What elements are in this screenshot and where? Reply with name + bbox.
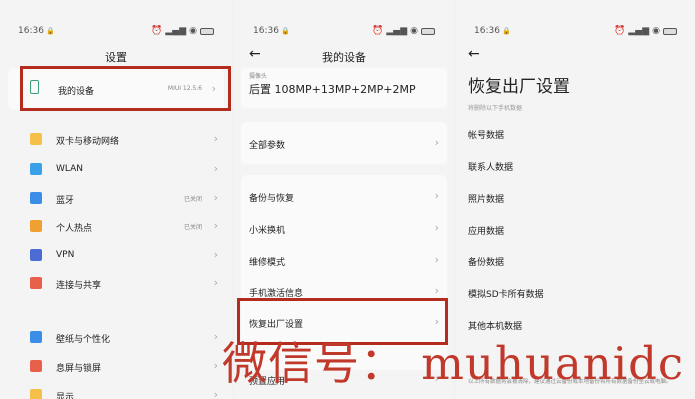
device-option-item[interactable]: 全部参数 › <box>249 129 439 157</box>
settings-item[interactable]: 个人热点 已关闭 › <box>0 211 232 241</box>
status-icons: ⏰ ▂▄▆ ◉ <box>614 26 677 36</box>
chevron-right-icon: › <box>213 330 218 343</box>
status-time: 16:36 🔒 <box>18 26 55 36</box>
phone-icon <box>30 80 39 94</box>
settings-item-label: 双卡与移动网络 <box>56 137 120 147</box>
sim-card-icon <box>30 133 42 145</box>
chevron-right-icon: › <box>213 248 218 261</box>
battery-icon <box>663 27 677 35</box>
device-option-label: 手机激活信息 <box>249 289 304 299</box>
chevron-right-icon: › <box>213 191 218 204</box>
status-time: 16:36 🔒 <box>253 26 290 36</box>
data-item: 应用数据 <box>468 227 505 237</box>
watermark-text: 微信号： muhuanidc <box>222 337 685 390</box>
chevron-right-icon: › <box>213 359 218 372</box>
settings-item-label: 连接与共享 <box>56 281 102 291</box>
chevron-right-icon: › <box>434 221 439 234</box>
chevron-right-icon: › <box>434 253 439 266</box>
battery-icon <box>421 27 435 35</box>
settings-item-label: 个人热点 <box>56 224 93 234</box>
chevron-right-icon: › <box>213 132 218 145</box>
back-arrow-icon[interactable]: ← <box>468 46 480 62</box>
status-time: 16:36 🔒 <box>474 26 511 36</box>
settings-item-label: 蓝牙 <box>56 196 75 206</box>
settings-item-value: 已关闭 <box>183 224 202 231</box>
settings-item-label: 息屏与锁屏 <box>56 364 102 374</box>
hotspot-icon <box>30 220 42 232</box>
chevron-right-icon: › <box>213 388 218 399</box>
data-item: 照片数据 <box>468 195 505 205</box>
settings-item-label: VPN <box>56 250 75 260</box>
lock-icon <box>30 360 42 372</box>
status-bar: 16:36 🔒 ⏰ ▂▄▆ ◉ <box>18 26 214 38</box>
bluetooth-icon <box>30 192 42 204</box>
device-option-label: 全部参数 <box>249 141 286 151</box>
settings-item[interactable]: 连接与共享 › <box>0 268 232 298</box>
wifi-status-icon: ◉ <box>410 26 418 36</box>
data-item: 帐号数据 <box>468 131 505 141</box>
miui-version: MIUI 12.5.6 <box>167 85 202 92</box>
page-title: 设置 <box>105 51 127 64</box>
vpn-icon <box>30 249 42 261</box>
settings-item[interactable]: VPN › <box>0 240 232 270</box>
status-bar: 16:36 🔒 ⏰ ▂▄▆ ◉ <box>253 26 435 38</box>
chevron-right-icon: › <box>434 189 439 202</box>
data-item: 联系人数据 <box>468 163 514 173</box>
wallpaper-icon <box>30 331 42 343</box>
device-option-item[interactable]: 手机激活信息 › <box>249 277 439 305</box>
settings-item[interactable]: 蓝牙 已关闭 › <box>0 183 232 213</box>
settings-item-value: 已关闭 <box>183 196 202 203</box>
settings-item[interactable]: WLAN › <box>0 154 232 184</box>
data-item: 模拟SD卡所有数据 <box>468 290 544 300</box>
alarm-icon: ⏰ <box>151 26 163 36</box>
my-device-item[interactable]: 我的设备 MIUI 12.5.6 › <box>8 74 224 104</box>
chevron-right-icon: › <box>211 82 216 95</box>
signal-icon: ▂▄▆ <box>165 26 187 36</box>
settings-item[interactable]: 显示 › <box>0 380 232 399</box>
chevron-right-icon: › <box>434 136 439 149</box>
chevron-right-icon: › <box>213 162 218 175</box>
status-icons: ⏰ ▂▄▆ ◉ <box>372 26 435 36</box>
signal-icon: ▂▄▆ <box>628 26 650 36</box>
settings-item-label: 显示 <box>56 393 75 399</box>
wifi-status-icon: ◉ <box>189 26 197 36</box>
signal-icon: ▂▄▆ <box>386 26 408 36</box>
settings-item[interactable]: 双卡与移动网络 › <box>0 124 232 154</box>
page-subtitle: 将删除以下手机数据 <box>468 105 523 112</box>
status-bar: 16:36 🔒 ⏰ ▂▄▆ ◉ <box>474 26 677 38</box>
device-option-label: 维修模式 <box>249 258 286 268</box>
chevron-right-icon: › <box>213 276 218 289</box>
sun-icon <box>30 389 42 399</box>
camera-card: 摄像头 后置 108MP+13MP+2MP+2MP <box>241 68 447 108</box>
chevron-right-icon: › <box>434 284 439 297</box>
settings-item[interactable]: 息屏与锁屏 › <box>0 351 232 381</box>
settings-item-label: 壁纸与个性化 <box>56 335 111 345</box>
battery-icon <box>200 27 214 35</box>
chevron-right-icon: › <box>213 219 218 232</box>
settings-item[interactable]: 壁纸与个性化 › <box>0 322 232 352</box>
settings-item-label: WLAN <box>56 164 84 174</box>
alarm-icon: ⏰ <box>372 26 384 36</box>
settings-panel: 16:36 🔒 ⏰ ▂▄▆ ◉ 设置 我的设备 MIUI 12.5.6 › 双卡与… <box>0 0 232 399</box>
my-device-label: 我的设备 <box>58 87 95 97</box>
device-option-label: 备份与恢复 <box>249 194 295 204</box>
page-title: 恢复出厂设置 <box>468 77 570 97</box>
my-device-card: 我的设备 MIUI 12.5.6 › <box>8 68 224 110</box>
device-option-item[interactable]: 维修模式 › <box>249 246 439 274</box>
share-icon <box>30 277 42 289</box>
device-option-label: 小米换机 <box>249 226 286 236</box>
camera-value: 后置 108MP+13MP+2MP+2MP <box>249 83 416 96</box>
camera-label: 摄像头 <box>249 73 268 80</box>
status-icons: ⏰ ▂▄▆ ◉ <box>151 26 214 36</box>
data-item: 备份数据 <box>468 258 505 268</box>
wifi-icon <box>30 163 42 175</box>
device-option-item[interactable]: 小米换机 › <box>249 214 439 242</box>
wifi-status-icon: ◉ <box>652 26 660 36</box>
device-option-item[interactable]: 备份与恢复 › <box>249 182 439 210</box>
alarm-icon: ⏰ <box>614 26 626 36</box>
page-title: 我的设备 <box>322 51 366 64</box>
